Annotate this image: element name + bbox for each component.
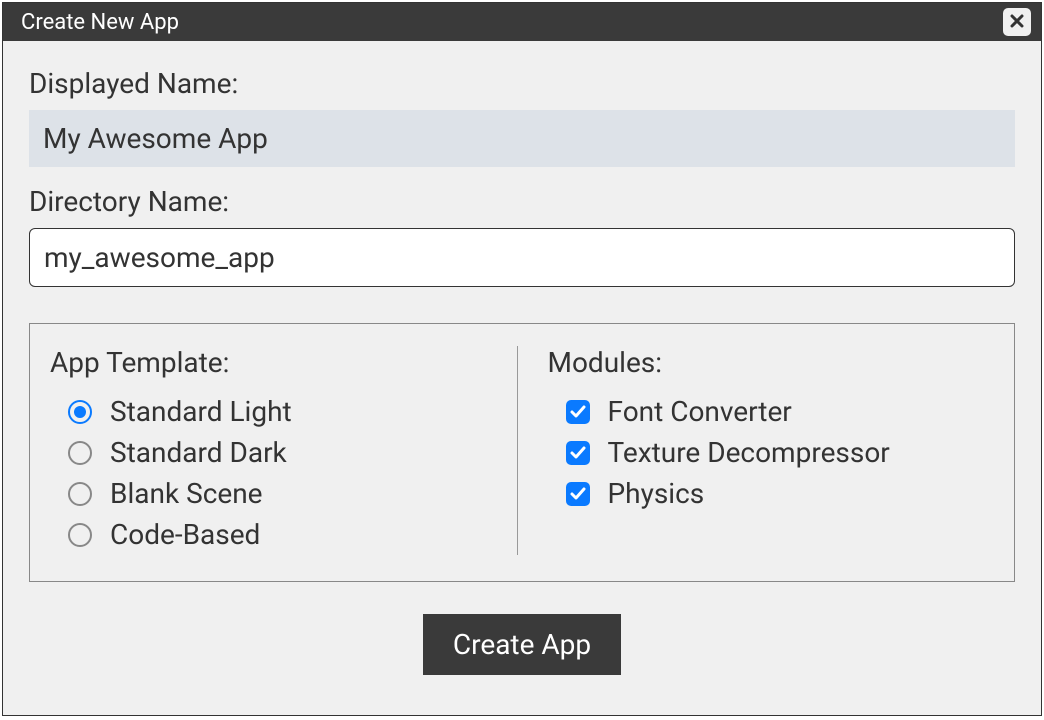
template-option-code-based[interactable]: Code-Based — [50, 514, 497, 555]
titlebar: Create New App — [3, 3, 1041, 41]
module-option-physics[interactable]: Physics — [548, 473, 995, 514]
template-label: App Template: — [50, 346, 497, 379]
checkbox-icon — [566, 441, 590, 465]
module-option-label: Physics — [608, 477, 705, 510]
options-panel: App Template: Standard Light Standard Da… — [29, 323, 1015, 582]
create-app-button[interactable]: Create App — [423, 614, 621, 675]
displayed-name-value: My Awesome App — [29, 110, 1015, 167]
directory-name-label: Directory Name: — [29, 185, 1015, 218]
module-option-texture-decompressor[interactable]: Texture Decompressor — [548, 432, 995, 473]
dialog-title: Create New App — [21, 10, 179, 35]
template-option-label: Code-Based — [110, 518, 260, 551]
module-option-label: Font Converter — [608, 395, 792, 428]
button-row: Create App — [29, 582, 1015, 707]
radio-icon — [68, 523, 92, 547]
radio-icon — [68, 441, 92, 465]
template-option-blank-scene[interactable]: Blank Scene — [50, 473, 497, 514]
module-option-font-converter[interactable]: Font Converter — [548, 391, 995, 432]
checkbox-icon — [566, 482, 590, 506]
template-section: App Template: Standard Light Standard Da… — [50, 346, 518, 555]
radio-icon — [68, 400, 92, 424]
template-option-label: Standard Dark — [110, 436, 287, 469]
dialog-content: Displayed Name: My Awesome App Directory… — [3, 41, 1041, 715]
modules-label: Modules: — [548, 346, 995, 379]
directory-name-input[interactable] — [29, 228, 1015, 287]
checkbox-icon — [566, 400, 590, 424]
create-app-dialog: Create New App Displayed Name: My Awesom… — [2, 2, 1042, 716]
template-option-standard-light[interactable]: Standard Light — [50, 391, 497, 432]
displayed-name-label: Displayed Name: — [29, 67, 1015, 100]
close-icon — [1009, 10, 1025, 35]
template-option-standard-dark[interactable]: Standard Dark — [50, 432, 497, 473]
radio-icon — [68, 482, 92, 506]
template-option-label: Standard Light — [110, 395, 292, 428]
template-option-label: Blank Scene — [110, 477, 263, 510]
module-option-label: Texture Decompressor — [608, 436, 890, 469]
close-button[interactable] — [1003, 8, 1031, 36]
modules-section: Modules: Font Converter Texture Decompre… — [518, 346, 995, 555]
